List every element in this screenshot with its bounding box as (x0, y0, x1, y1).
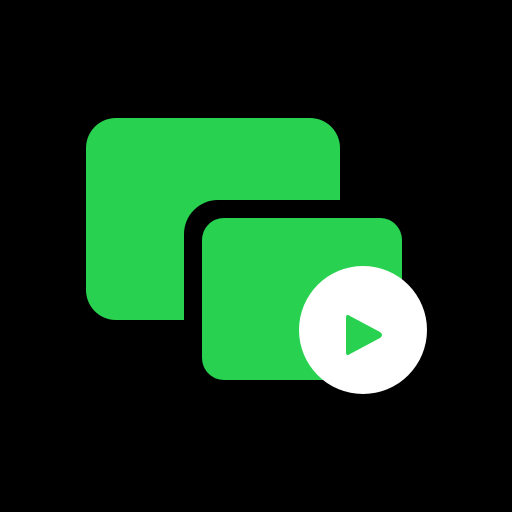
picture-in-picture-play-icon (0, 0, 512, 512)
app-icon (0, 0, 512, 512)
